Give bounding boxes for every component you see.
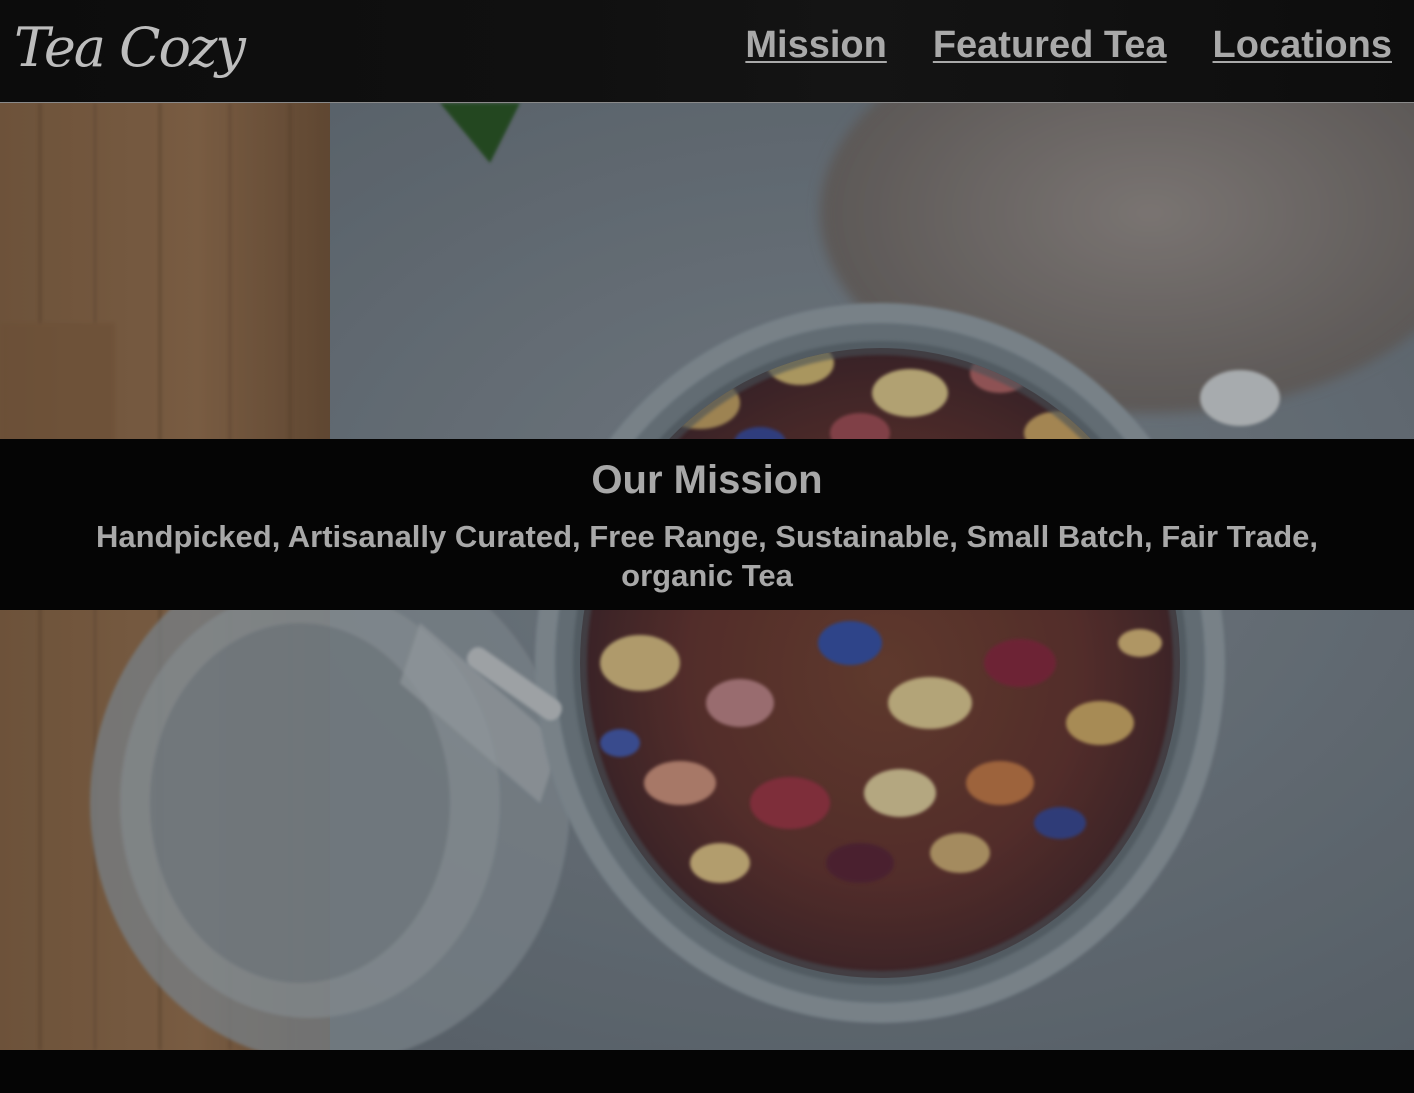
mission-text: Handpicked, Artisanally Curated, Free Ra…	[95, 519, 1318, 593]
logo[interactable]: Tea Cozy	[14, 0, 246, 95]
nav-link-mission[interactable]: Mission	[745, 22, 886, 68]
page-bottom-strip	[0, 1050, 1414, 1093]
mission-title: Our Mission	[591, 458, 823, 502]
nav-link-featured-tea[interactable]: Featured Tea	[933, 22, 1167, 68]
site-header: Tea Cozy Mission Featured Tea Locations	[0, 0, 1414, 103]
main-nav: Mission Featured Tea Locations	[745, 22, 1392, 68]
page: Tea Cozy Mission Featured Tea Locations	[0, 0, 1414, 1093]
nav-link-locations[interactable]: Locations	[1213, 22, 1392, 68]
mission-section: Our Mission Handpicked, Artisanally Cura…	[0, 439, 1414, 610]
